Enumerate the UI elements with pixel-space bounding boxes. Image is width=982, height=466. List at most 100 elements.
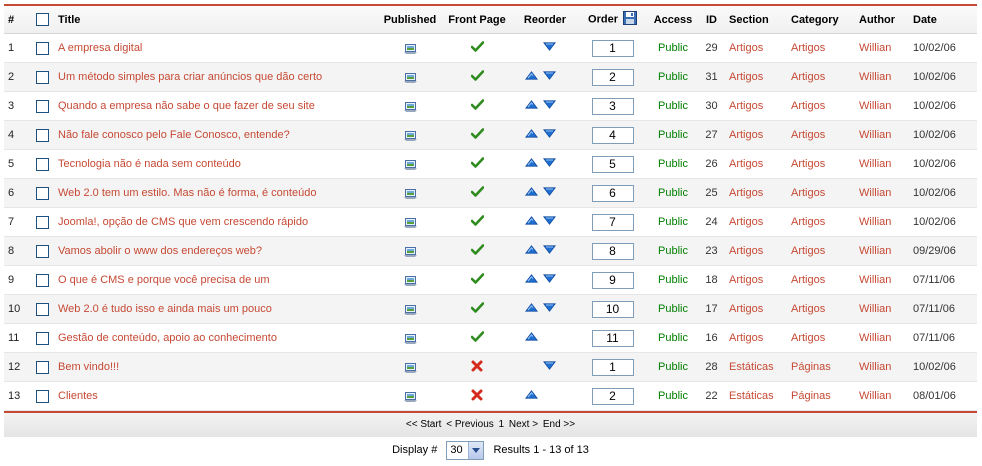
published-icon[interactable] <box>404 101 417 113</box>
author-link[interactable]: Willian <box>859 129 891 141</box>
arrow-up-icon[interactable] <box>524 71 539 83</box>
row-checkbox-cell[interactable] <box>31 352 53 382</box>
published-icon[interactable] <box>404 43 417 55</box>
category-link[interactable]: Artigos <box>791 129 825 141</box>
row-front-page-cell[interactable] <box>442 33 512 63</box>
author-link[interactable]: Willian <box>859 187 891 199</box>
row-checkbox-cell[interactable] <box>31 236 53 266</box>
published-icon[interactable] <box>404 333 417 345</box>
row-checkbox[interactable] <box>35 273 49 287</box>
check-icon[interactable] <box>470 331 484 345</box>
check-icon[interactable] <box>470 186 484 200</box>
row-checkbox-cell[interactable] <box>31 91 53 121</box>
article-title-link[interactable]: Joomla!, opção de CMS que vem crescendo … <box>58 216 308 228</box>
access-link[interactable]: Public <box>658 187 688 199</box>
author-link[interactable]: Willian <box>859 42 891 54</box>
access-link[interactable]: Public <box>658 274 688 286</box>
row-front-page-cell[interactable] <box>442 178 512 208</box>
article-title-link[interactable]: Um método simples para criar anúncios qu… <box>58 71 322 83</box>
row-checkbox-cell[interactable] <box>31 120 53 150</box>
col-title-header[interactable]: Title <box>53 6 378 34</box>
section-link[interactable]: Artigos <box>729 216 763 228</box>
row-checkbox[interactable] <box>35 331 49 345</box>
pagination-end[interactable]: End >> <box>543 419 575 430</box>
arrow-up-icon[interactable] <box>524 245 539 257</box>
check-icon[interactable] <box>470 128 484 142</box>
arrow-up-icon[interactable] <box>524 158 539 170</box>
section-link[interactable]: Artigos <box>729 245 763 257</box>
row-published-cell[interactable] <box>378 207 442 237</box>
order-input[interactable] <box>591 358 634 376</box>
arrow-up-icon[interactable] <box>524 274 539 286</box>
row-checkbox-cell[interactable] <box>31 178 53 208</box>
display-limit-select[interactable]: 30 <box>446 440 485 460</box>
arrow-up-icon[interactable] <box>524 332 539 344</box>
order-input[interactable] <box>591 184 634 202</box>
category-link[interactable]: Artigos <box>791 158 825 170</box>
access-link[interactable]: Public <box>658 303 688 315</box>
arrow-down-icon[interactable] <box>542 245 557 257</box>
order-input[interactable] <box>591 213 634 231</box>
order-input[interactable] <box>591 155 634 173</box>
pagination-previous[interactable]: < Previous <box>446 419 494 430</box>
section-link[interactable]: Artigos <box>729 158 763 170</box>
published-icon[interactable] <box>404 130 417 142</box>
access-link[interactable]: Public <box>658 129 688 141</box>
section-link[interactable]: Artigos <box>729 42 763 54</box>
published-icon[interactable] <box>404 159 417 171</box>
order-input[interactable] <box>591 242 634 260</box>
select-all-checkbox[interactable] <box>35 13 49 26</box>
order-input[interactable] <box>591 68 634 86</box>
access-link[interactable]: Public <box>658 332 688 344</box>
check-icon[interactable] <box>470 157 484 171</box>
category-link[interactable]: Páginas <box>791 361 831 373</box>
section-link[interactable]: Estáticas <box>729 361 774 373</box>
category-link[interactable]: Artigos <box>791 216 825 228</box>
row-checkbox[interactable] <box>35 215 49 229</box>
section-link[interactable]: Artigos <box>729 71 763 83</box>
author-link[interactable]: Willian <box>859 100 891 112</box>
section-link[interactable]: Estáticas <box>729 390 774 402</box>
check-icon[interactable] <box>470 215 484 229</box>
article-title-link[interactable]: Não fale conosco pelo Fale Conosco, ente… <box>58 129 290 141</box>
order-input[interactable] <box>591 271 634 289</box>
arrow-down-icon[interactable] <box>542 361 557 373</box>
row-checkbox-cell[interactable] <box>31 33 53 63</box>
row-published-cell[interactable] <box>378 91 442 121</box>
row-published-cell[interactable] <box>378 381 442 411</box>
author-link[interactable]: Willian <box>859 245 891 257</box>
arrow-down-icon[interactable] <box>542 303 557 315</box>
author-link[interactable]: Willian <box>859 71 891 83</box>
article-title-link[interactable]: Web 2.0 é tudo isso e ainda mais um pouc… <box>58 303 272 315</box>
row-front-page-cell[interactable] <box>442 381 512 411</box>
published-icon[interactable] <box>404 304 417 316</box>
cross-icon[interactable] <box>471 389 483 404</box>
arrow-down-icon[interactable] <box>542 71 557 83</box>
check-icon[interactable] <box>470 244 484 258</box>
cross-icon[interactable] <box>471 360 483 375</box>
access-link[interactable]: Public <box>658 216 688 228</box>
row-published-cell[interactable] <box>378 323 442 353</box>
arrow-down-icon[interactable] <box>542 187 557 199</box>
author-link[interactable]: Willian <box>859 390 891 402</box>
row-front-page-cell[interactable] <box>442 323 512 353</box>
author-link[interactable]: Willian <box>859 332 891 344</box>
chevron-down-icon[interactable] <box>468 441 484 459</box>
arrow-up-icon[interactable] <box>524 303 539 315</box>
row-checkbox[interactable] <box>35 41 49 55</box>
section-link[interactable]: Artigos <box>729 303 763 315</box>
row-front-page-cell[interactable] <box>442 294 512 324</box>
published-icon[interactable] <box>404 217 417 229</box>
arrow-down-icon[interactable] <box>542 129 557 141</box>
category-link[interactable]: Artigos <box>791 42 825 54</box>
section-link[interactable]: Artigos <box>729 129 763 141</box>
access-link[interactable]: Public <box>658 245 688 257</box>
row-checkbox-cell[interactable] <box>31 207 53 237</box>
author-link[interactable]: Willian <box>859 158 891 170</box>
row-front-page-cell[interactable] <box>442 91 512 121</box>
row-checkbox-cell[interactable] <box>31 294 53 324</box>
arrow-down-icon[interactable] <box>542 274 557 286</box>
section-link[interactable]: Artigos <box>729 274 763 286</box>
article-title-link[interactable]: Tecnologia não é nada sem conteúdo <box>58 158 241 170</box>
row-published-cell[interactable] <box>378 120 442 150</box>
